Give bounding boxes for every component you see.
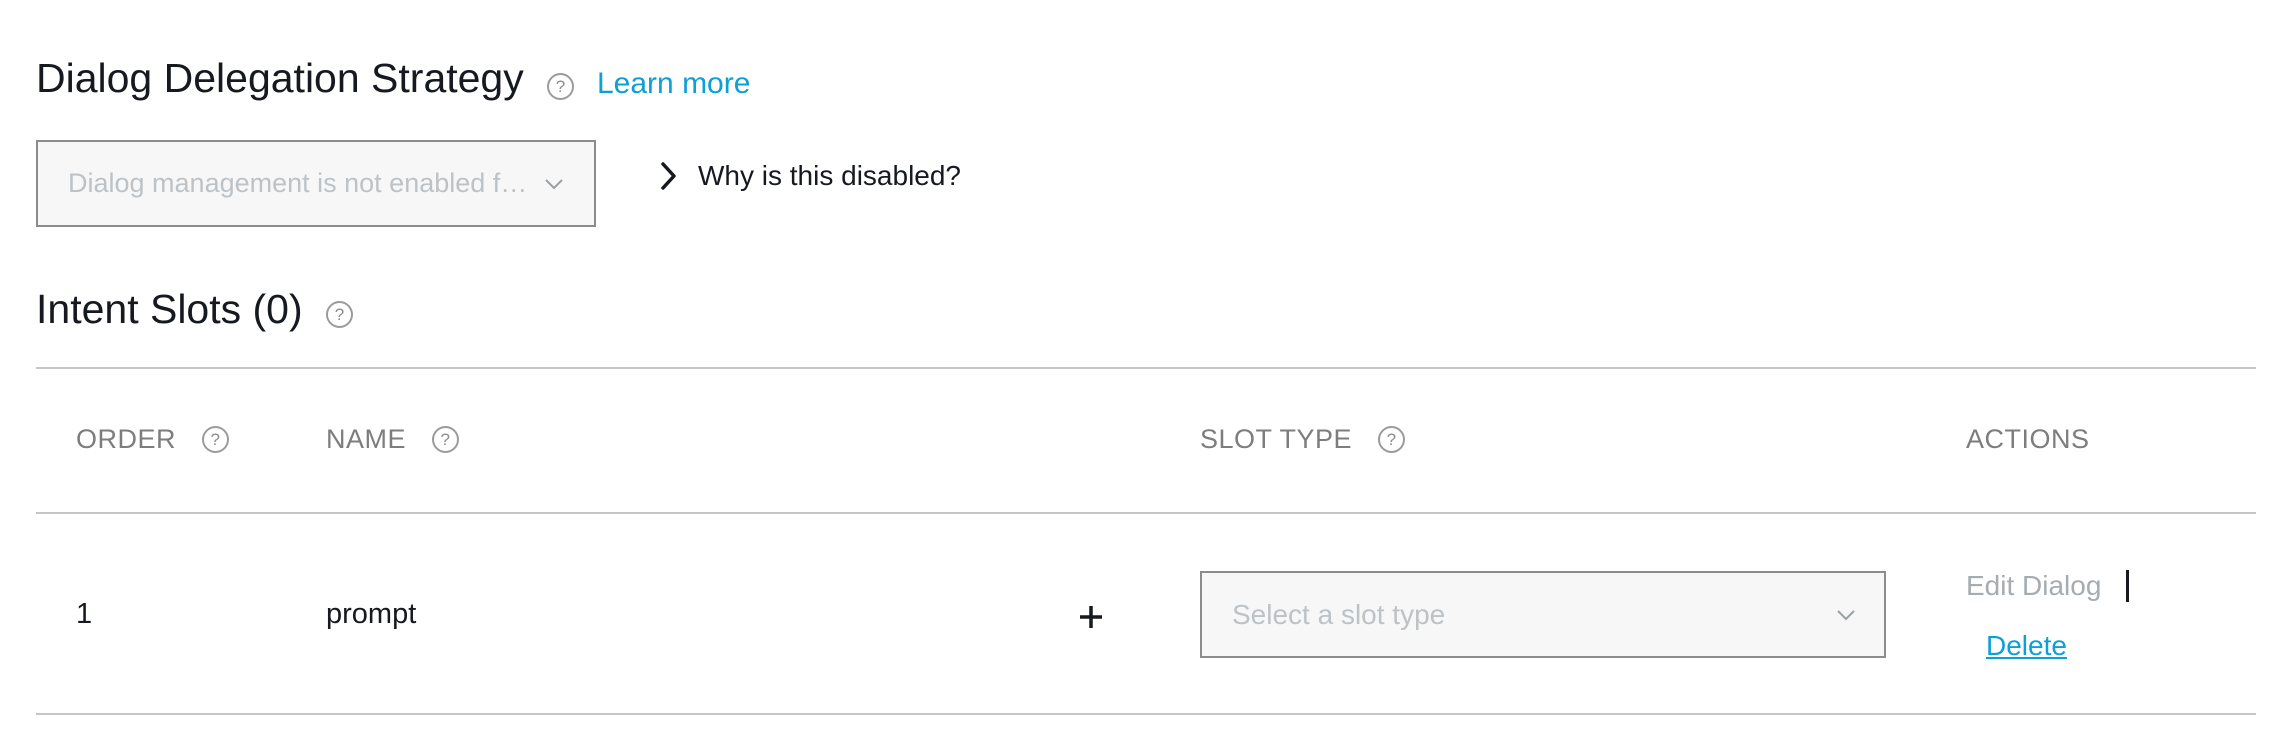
slot-order-value: 1 <box>76 598 93 630</box>
column-header-actions: ACTIONS <box>1966 424 2090 455</box>
table-header-divider <box>36 512 2256 514</box>
table-bottom-divider <box>36 713 2256 715</box>
column-header-name: NAME ? <box>326 424 460 455</box>
chevron-right-icon <box>661 162 676 190</box>
dialog-delegation-select[interactable]: Dialog management is not enabled for thi… <box>36 140 596 227</box>
chevron-down-icon <box>1837 609 1855 620</box>
dialog-delegation-select-value: Dialog management is not enabled for thi… <box>68 168 536 198</box>
help-icon[interactable]: ? <box>432 426 460 453</box>
delete-slot-link[interactable]: Delete <box>1986 630 2067 662</box>
column-header-slot-type: SLOT TYPE ? <box>1200 424 1406 455</box>
why-disabled-toggle[interactable]: Why is this disabled? <box>660 160 961 192</box>
slot-name-value[interactable]: prompt <box>326 598 416 631</box>
column-header-order-label: ORDER <box>76 424 177 454</box>
help-icon[interactable]: ? <box>547 73 574 100</box>
column-header-actions-label: ACTIONS <box>1966 424 2090 454</box>
slot-type-select-placeholder: Select a slot type <box>1232 598 1446 630</box>
column-header-slot-type-label: SLOT TYPE <box>1200 424 1353 454</box>
help-icon[interactable]: ? <box>202 426 230 453</box>
plus-icon[interactable] <box>1075 601 1107 633</box>
dialog-delegation-title: Dialog Delegation Strategy <box>36 55 524 101</box>
why-disabled-label: Why is this disabled? <box>698 160 962 191</box>
help-icon[interactable]: ? <box>1378 426 1406 453</box>
column-header-order: ORDER ? <box>76 424 230 455</box>
column-header-name-label: NAME <box>326 424 407 454</box>
chevron-down-icon <box>545 178 563 189</box>
help-icon[interactable]: ? <box>326 301 353 328</box>
learn-more-link[interactable]: Learn more <box>597 67 750 101</box>
table-top-divider <box>36 367 2256 369</box>
edit-dialog-link[interactable]: Edit Dialog <box>1966 570 2101 602</box>
slot-type-select[interactable]: Select a slot type <box>1200 571 1886 658</box>
actions-separator <box>2126 570 2129 602</box>
intent-slots-title: Intent Slots (0) <box>36 286 303 332</box>
